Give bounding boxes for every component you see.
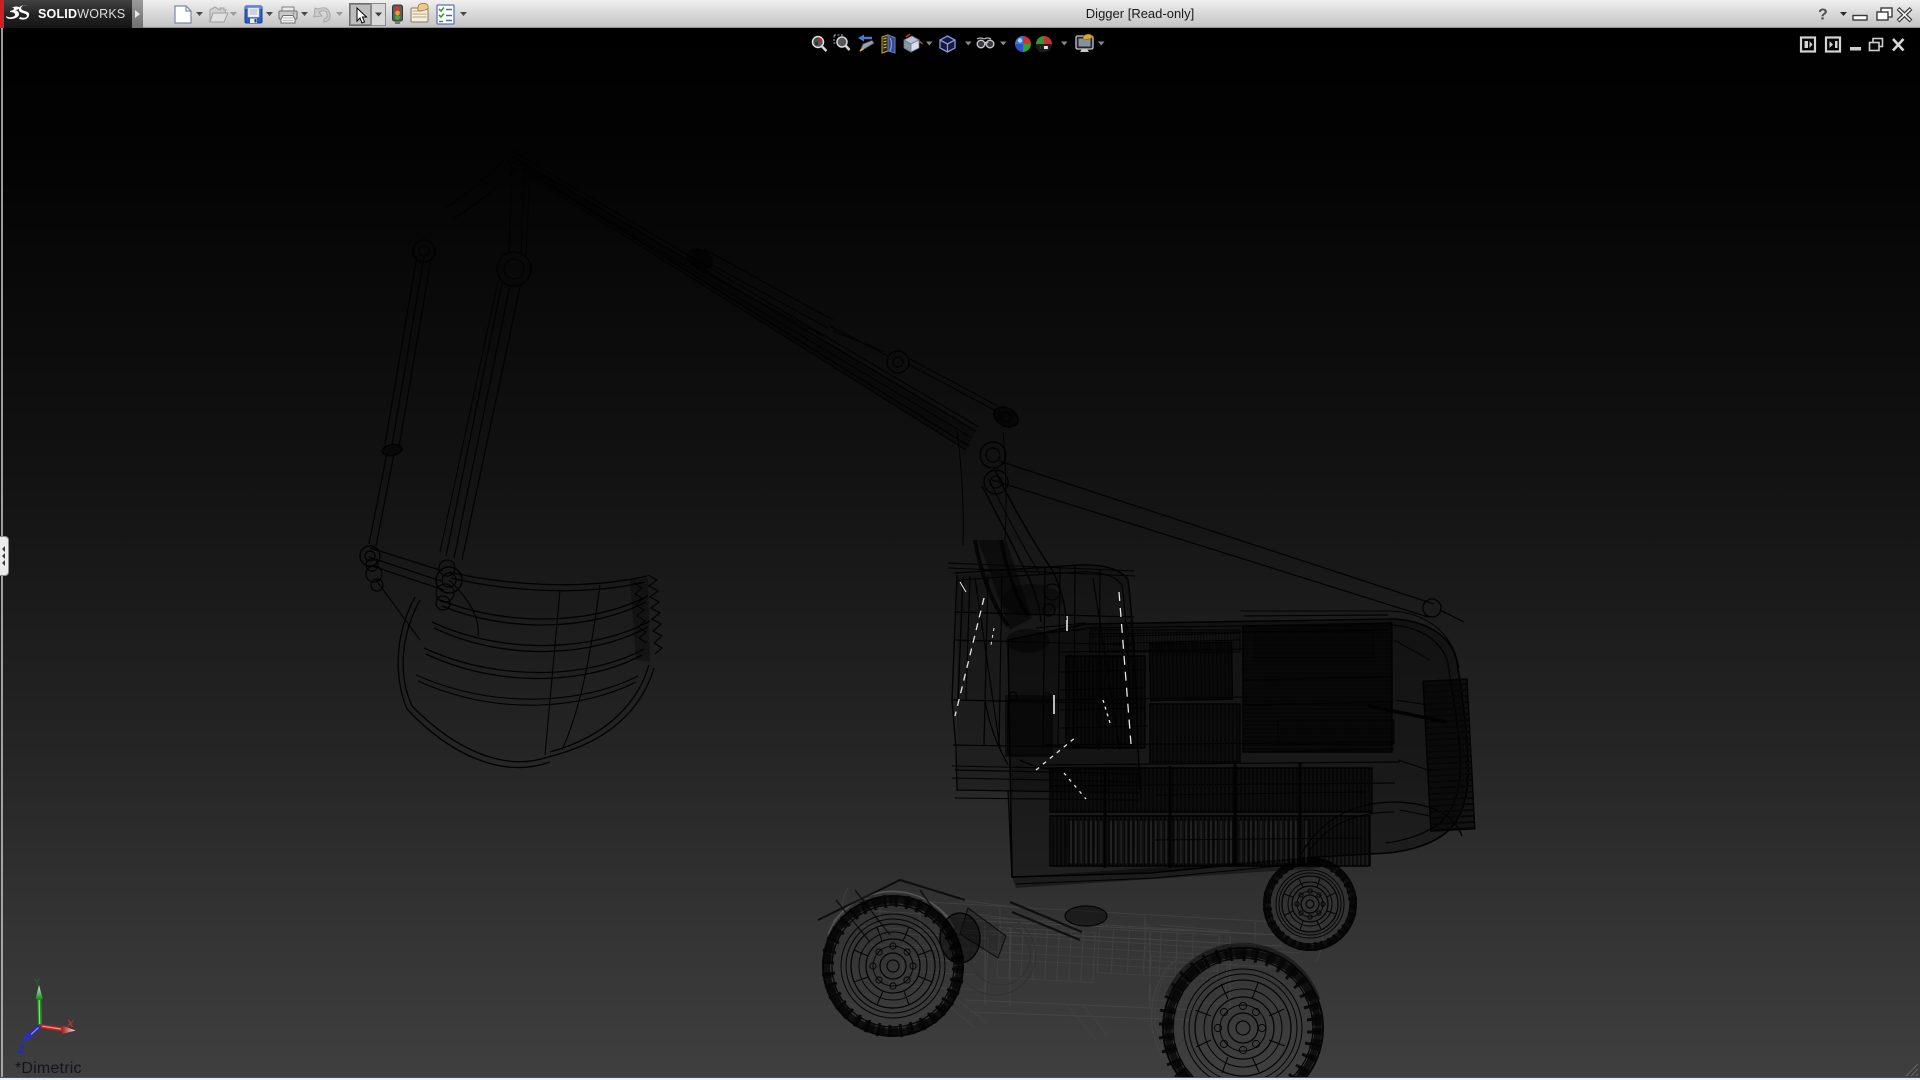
svg-text:X: X [66,1019,74,1031]
svg-text:Z: Z [17,1045,25,1055]
